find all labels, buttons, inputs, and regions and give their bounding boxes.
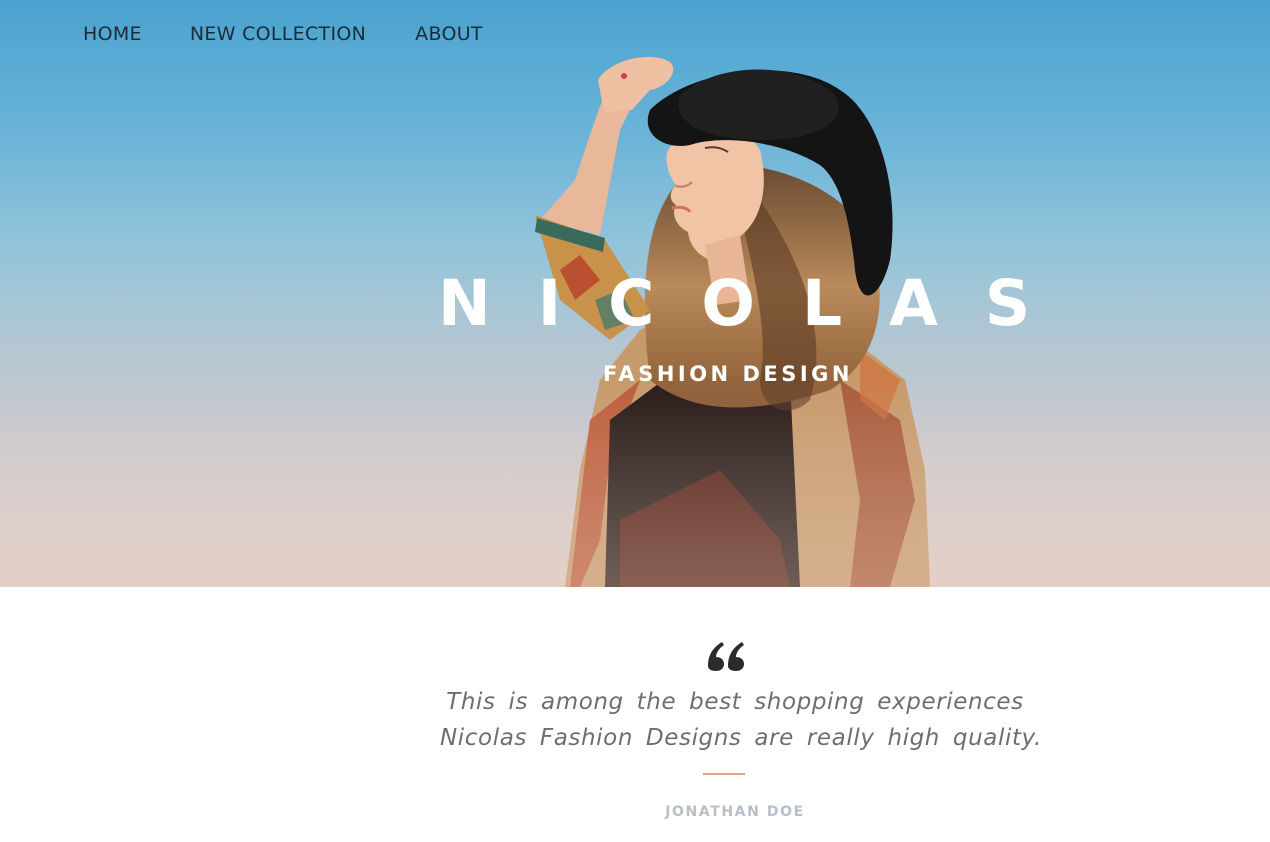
nav-about-link[interactable]: ABOUT [415, 20, 483, 48]
testimonial-quote: This is among the best shopping experien… [440, 684, 1042, 756]
testimonial-author: JONATHAN DOE [665, 804, 805, 820]
nav-new-collection-link[interactable]: NEW COLLECTION [190, 20, 366, 48]
quote-line: This is among the best shopping experien… [446, 689, 1024, 715]
nav-home-link[interactable]: HOME [83, 20, 142, 48]
accent-divider [703, 773, 745, 775]
main-nav: HOME NEW COLLECTION ABOUT [83, 20, 483, 48]
quote-line: Nicolas Fashion Designs are really high … [440, 725, 1042, 751]
brand-title: NICOLAS [438, 267, 1078, 340]
quote-icon [708, 642, 744, 671]
hero-section: HOME NEW COLLECTION ABOUT NICOLAS FASHIO… [0, 0, 1270, 587]
brand-tagline: FASHION DESIGN [603, 362, 853, 386]
